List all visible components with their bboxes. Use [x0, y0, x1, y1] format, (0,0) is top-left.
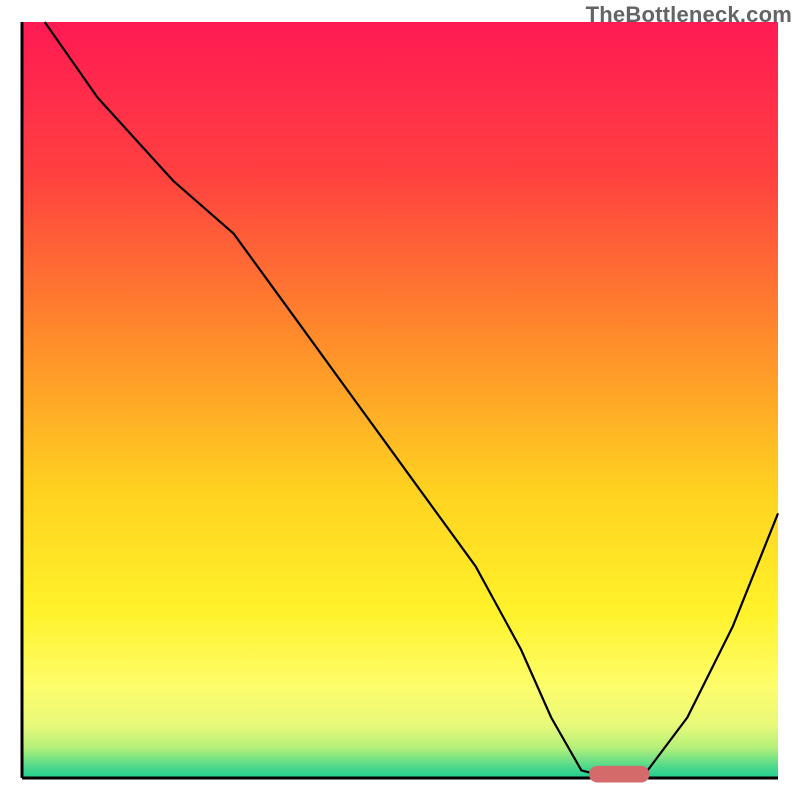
chart-background: [22, 22, 778, 778]
optimal-marker: [589, 766, 649, 783]
chart-container: TheBottleneck.com: [0, 0, 800, 800]
bottleneck-chart: [0, 0, 800, 800]
watermark-text: TheBottleneck.com: [586, 2, 792, 28]
